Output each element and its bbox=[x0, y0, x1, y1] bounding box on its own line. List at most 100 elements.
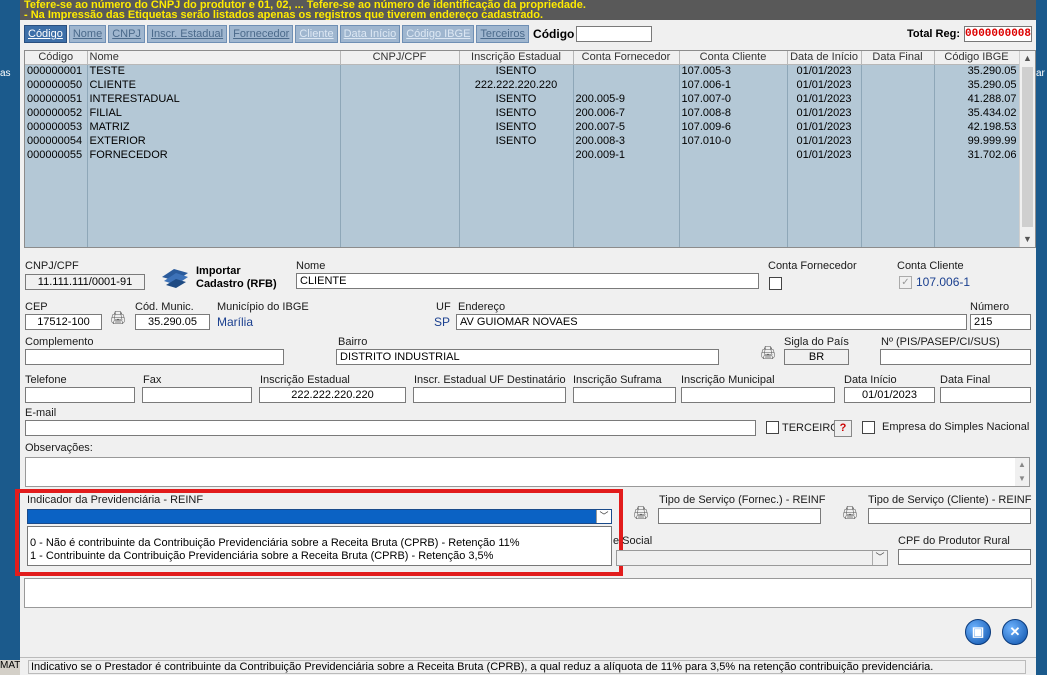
col-header[interactable]: Código bbox=[25, 51, 88, 65]
save-button[interactable]: ▣ bbox=[965, 619, 991, 645]
col-header[interactable]: Conta Fornecedor bbox=[573, 51, 680, 65]
simples-nacional-label: Empresa do Simples Nacional bbox=[882, 421, 1030, 433]
tab-cliente[interactable]: Cliente bbox=[295, 25, 338, 43]
cnpj-field[interactable]: 11.111.111/0001-91 bbox=[25, 274, 145, 290]
cell: 01/01/2023 bbox=[787, 134, 862, 148]
search-code-input[interactable] bbox=[576, 26, 653, 42]
cep-field[interactable]: 17512-100 bbox=[25, 314, 102, 330]
cod-munic-field[interactable]: 35.290.05 bbox=[135, 314, 210, 330]
tab-data-inicio[interactable]: Data Início bbox=[339, 25, 401, 43]
left-strip-text: as bbox=[0, 68, 11, 79]
cell: 200.005-9 bbox=[573, 92, 680, 106]
complemento-field[interactable] bbox=[25, 349, 284, 365]
col-header[interactable]: Inscrição Estadual bbox=[459, 51, 574, 65]
status-bar: Indicativo se o Prestador é contribuinte… bbox=[20, 657, 1036, 675]
tab-nome[interactable]: Nome bbox=[68, 25, 107, 43]
cell: 000000051 bbox=[25, 92, 88, 106]
ie-uf-dest-field[interactable] bbox=[413, 387, 566, 403]
tab-codigo-ibge[interactable]: Código IBGE bbox=[402, 25, 475, 43]
right-strip-text: ar bbox=[1036, 68, 1045, 79]
col-header[interactable]: Nome bbox=[87, 51, 341, 65]
import-rfb-button[interactable]: Importar Cadastro (RFB) bbox=[160, 265, 277, 291]
col-header[interactable]: Data Final bbox=[861, 51, 935, 65]
col-header[interactable]: Código IBGE bbox=[934, 51, 1020, 65]
table-row[interactable]: 000000052 FILIAL ISENTO 200.006-7 107.008-8 0… bbox=[25, 106, 1020, 120]
tipo-servico-cliente-icon[interactable]: 🖨 bbox=[842, 505, 859, 521]
cell: 000000053 bbox=[25, 120, 88, 134]
scroll-down-icon[interactable]: ▼ bbox=[1023, 234, 1032, 244]
save-icon: ▣ bbox=[971, 624, 985, 639]
social-combo[interactable]: ﹀ bbox=[616, 550, 888, 566]
col-header[interactable]: Data de Início bbox=[787, 51, 862, 65]
suframa-field[interactable] bbox=[573, 387, 676, 403]
numero-label: Número bbox=[970, 301, 1010, 313]
fax-field[interactable] bbox=[142, 387, 252, 403]
conta-fornecedor-checkbox[interactable] bbox=[769, 277, 782, 290]
tab-terceiros[interactable]: Terceiros bbox=[476, 25, 530, 43]
cell: FILIAL bbox=[87, 106, 341, 120]
cell bbox=[861, 106, 935, 120]
cpf-produtor-field[interactable] bbox=[898, 549, 1031, 565]
scroll-thumb[interactable] bbox=[1022, 67, 1033, 227]
observacoes-scrollbar[interactable]: ▲ ▼ bbox=[1015, 458, 1029, 486]
tipo-servico-fornec-icon[interactable]: 🖨 bbox=[633, 505, 650, 521]
numero-field[interactable]: 215 bbox=[970, 314, 1031, 330]
table-row[interactable]: 000000051 INTERESTADUAL ISENTO 200.005-9 107… bbox=[25, 92, 1020, 106]
tipo-servico-cliente-field[interactable] bbox=[868, 508, 1031, 524]
cell: 35.434.02 bbox=[934, 106, 1020, 120]
cell: 200.008-3 bbox=[573, 134, 680, 148]
table-row[interactable]: 000000050 CLIENTE 222.222.220.220 107.006-1… bbox=[25, 78, 1020, 92]
ie-field[interactable]: 222.222.220.220 bbox=[259, 387, 406, 403]
grid-vertical-scrollbar[interactable]: ▲ ▼ bbox=[1019, 51, 1035, 247]
cell bbox=[573, 78, 680, 92]
chevron-down-icon[interactable]: ﹀ bbox=[872, 551, 887, 565]
scroll-up-icon[interactable]: ▲ bbox=[1023, 53, 1032, 63]
endereco-field[interactable]: AV GUIOMAR NOVAES bbox=[456, 314, 967, 330]
table-row[interactable]: 000000001 TESTE ISENTO 107.005-3 01/01/2023 3… bbox=[25, 64, 1020, 78]
cell bbox=[861, 148, 935, 162]
bairro-field[interactable]: DISTRITO INDUSTRIAL bbox=[336, 349, 719, 365]
conta-cliente-checkbox[interactable]: ✓ bbox=[899, 276, 912, 289]
tab-fornecedor[interactable]: Fornecedor bbox=[229, 25, 294, 43]
cell: 01/01/2023 bbox=[787, 106, 862, 120]
records-grid[interactable]: Código Nome CNPJ/CPF Inscrição Estadual … bbox=[24, 50, 1036, 248]
ie-label: Inscrição Estadual bbox=[260, 374, 350, 386]
col-header[interactable]: Conta Cliente bbox=[679, 51, 788, 65]
im-field[interactable] bbox=[681, 387, 835, 403]
table-row[interactable]: 000000055 FORNECEDOR 200.009-1 01/01/2023 31… bbox=[25, 148, 1020, 162]
col-header[interactable]: CNPJ/CPF bbox=[340, 51, 460, 65]
email-label: E-mail bbox=[25, 407, 57, 419]
tipo-servico-fornec-field[interactable] bbox=[658, 508, 821, 524]
cell: 01/01/2023 bbox=[787, 120, 862, 134]
observacoes-textarea[interactable]: ▲ ▼ bbox=[25, 457, 1030, 487]
terceiro-checkbox[interactable] bbox=[766, 421, 779, 434]
simples-nacional-checkbox[interactable] bbox=[862, 421, 875, 434]
table-row[interactable]: 000000054 EXTERIOR ISENTO 200.008-3 107.010-… bbox=[25, 134, 1020, 148]
cell: FORNECEDOR bbox=[87, 148, 341, 162]
cpf-produtor-label: CPF do Produtor Rural bbox=[898, 535, 1010, 547]
cell: ISENTO bbox=[459, 92, 574, 106]
cell: EXTERIOR bbox=[87, 134, 341, 148]
help-button[interactable]: ? bbox=[834, 420, 852, 437]
nome-field[interactable]: CLIENTE bbox=[296, 273, 759, 289]
cell bbox=[861, 92, 935, 106]
telefone-field[interactable] bbox=[25, 387, 135, 403]
cell bbox=[340, 64, 460, 78]
nif-field[interactable] bbox=[880, 349, 1031, 365]
data-inicio-field[interactable]: 01/01/2023 bbox=[844, 387, 935, 403]
ie-uf-dest-label: Inscr. Estadual UF Destinatário bbox=[414, 374, 566, 386]
data-final-field[interactable] bbox=[940, 387, 1031, 403]
email-field[interactable] bbox=[25, 420, 756, 436]
sigla-pais-field[interactable]: BR bbox=[784, 349, 849, 365]
tab-inscr-estadual[interactable]: Inscr. Estadual bbox=[146, 25, 228, 43]
close-button[interactable]: ✕ bbox=[1002, 619, 1028, 645]
lock-printer-icon[interactable]: 🖨 bbox=[760, 345, 777, 361]
tab-cnpj[interactable]: CNPJ bbox=[108, 25, 145, 43]
rfb-line-1: Importar bbox=[196, 265, 241, 277]
printer-icon[interactable]: 🖨 bbox=[110, 310, 127, 326]
cell: MATRIZ bbox=[87, 120, 341, 134]
cell bbox=[861, 64, 935, 78]
tab-codigo[interactable]: Código bbox=[24, 25, 67, 43]
table-row[interactable]: 000000053 MATRIZ ISENTO 200.007-5 107.009-6 0… bbox=[25, 120, 1020, 134]
cell: 107.008-8 bbox=[679, 106, 788, 120]
